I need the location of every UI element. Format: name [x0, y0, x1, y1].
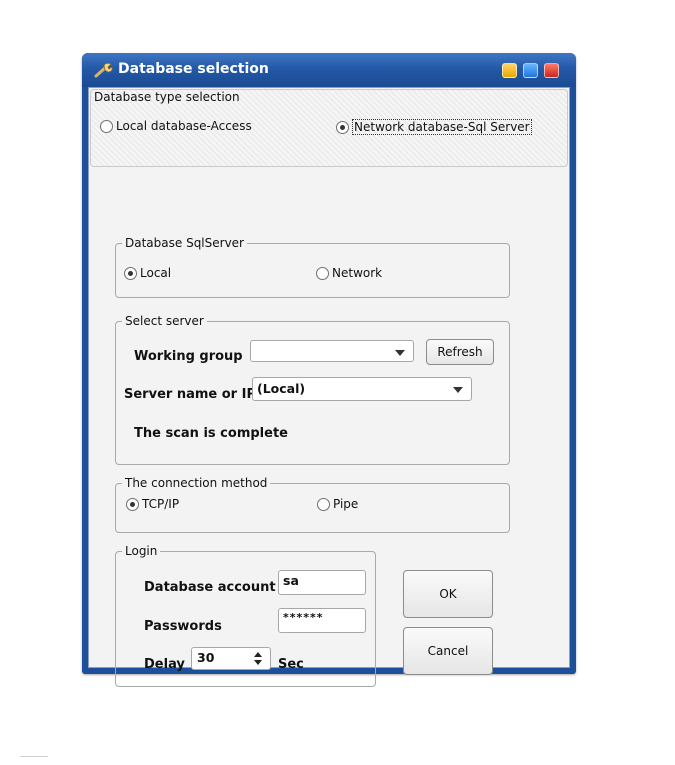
delay-label: Delay: [144, 657, 185, 672]
password-input[interactable]: ******: [278, 608, 366, 633]
server-name-value: (Local): [257, 381, 306, 396]
database-type-legend: Database type selection: [94, 90, 240, 104]
chevron-down-icon: [453, 387, 463, 393]
sqlserver-network-radio[interactable]: Network: [316, 266, 382, 280]
window-title: Database selection: [118, 61, 269, 77]
login-legend: Login: [125, 544, 158, 558]
delay-spinbox[interactable]: 30: [191, 647, 271, 670]
ok-button-label: OK: [439, 587, 457, 601]
divider-line: [20, 756, 48, 757]
pipe-radio[interactable]: Pipe: [317, 497, 358, 511]
chevron-down-icon: [395, 350, 405, 356]
radio-circle-selected: [124, 266, 137, 280]
refresh-button[interactable]: Refresh: [426, 339, 494, 365]
refresh-button-label: Refresh: [437, 345, 483, 359]
maximize-button[interactable]: [523, 63, 538, 78]
radio-circle: [100, 119, 113, 133]
close-button[interactable]: [544, 63, 559, 78]
sqlserver-local-radio[interactable]: Local: [124, 266, 171, 280]
sqlserver-legend: Database SqlServer: [125, 236, 244, 250]
select-server-legend: Select server: [125, 314, 204, 328]
radio-circle-selected: [126, 497, 139, 511]
network-sqlserver-radio[interactable]: Network database-Sql Server: [336, 119, 532, 135]
password-label: Passwords: [144, 619, 222, 634]
minimize-button[interactable]: [502, 63, 517, 78]
local-access-label: Local database-Access: [116, 119, 252, 133]
connection-method-legend: The connection method: [125, 476, 268, 490]
delay-value: 30: [197, 650, 215, 665]
cancel-button-label: Cancel: [427, 644, 469, 658]
pipe-label: Pipe: [333, 497, 359, 511]
radio-circle: [317, 497, 330, 511]
dialog-client-area: Database type selection Local database-A…: [88, 87, 570, 687]
sqlserver-group: Database SqlServer: [115, 236, 510, 298]
network-sqlserver-label: Network database-Sql Server: [352, 119, 532, 135]
tcpip-label: TCP/IP: [142, 497, 180, 511]
ok-button[interactable]: OK: [403, 570, 493, 618]
database-selection-window: Database selection Database type selecti…: [82, 53, 576, 687]
local-access-radio[interactable]: Local database-Access: [100, 119, 252, 133]
radio-circle-selected: [336, 120, 349, 134]
scan-status-text: The scan is complete: [134, 426, 288, 441]
database-account-label: Database account: [144, 580, 276, 595]
delay-unit-label: Sec: [278, 657, 304, 672]
server-name-combo[interactable]: (Local): [252, 377, 472, 401]
database-type-panel: Database type selection Local database-A…: [90, 89, 568, 167]
title-bar[interactable]: Database selection: [82, 53, 576, 87]
wrench-tool-icon: [94, 62, 113, 78]
spin-up-icon[interactable]: [254, 652, 262, 657]
sqlserver-network-label: Network: [332, 266, 383, 280]
sqlserver-local-label: Local: [140, 266, 172, 280]
server-name-label: Server name or IP: [124, 387, 256, 402]
tcpip-radio[interactable]: TCP/IP: [126, 497, 179, 511]
working-group-combo[interactable]: [250, 340, 414, 362]
spin-down-icon[interactable]: [254, 660, 262, 665]
working-group-label: Working group: [134, 349, 243, 364]
cancel-button[interactable]: Cancel: [403, 627, 493, 675]
database-account-input[interactable]: sa: [278, 570, 366, 595]
radio-circle: [316, 266, 329, 280]
